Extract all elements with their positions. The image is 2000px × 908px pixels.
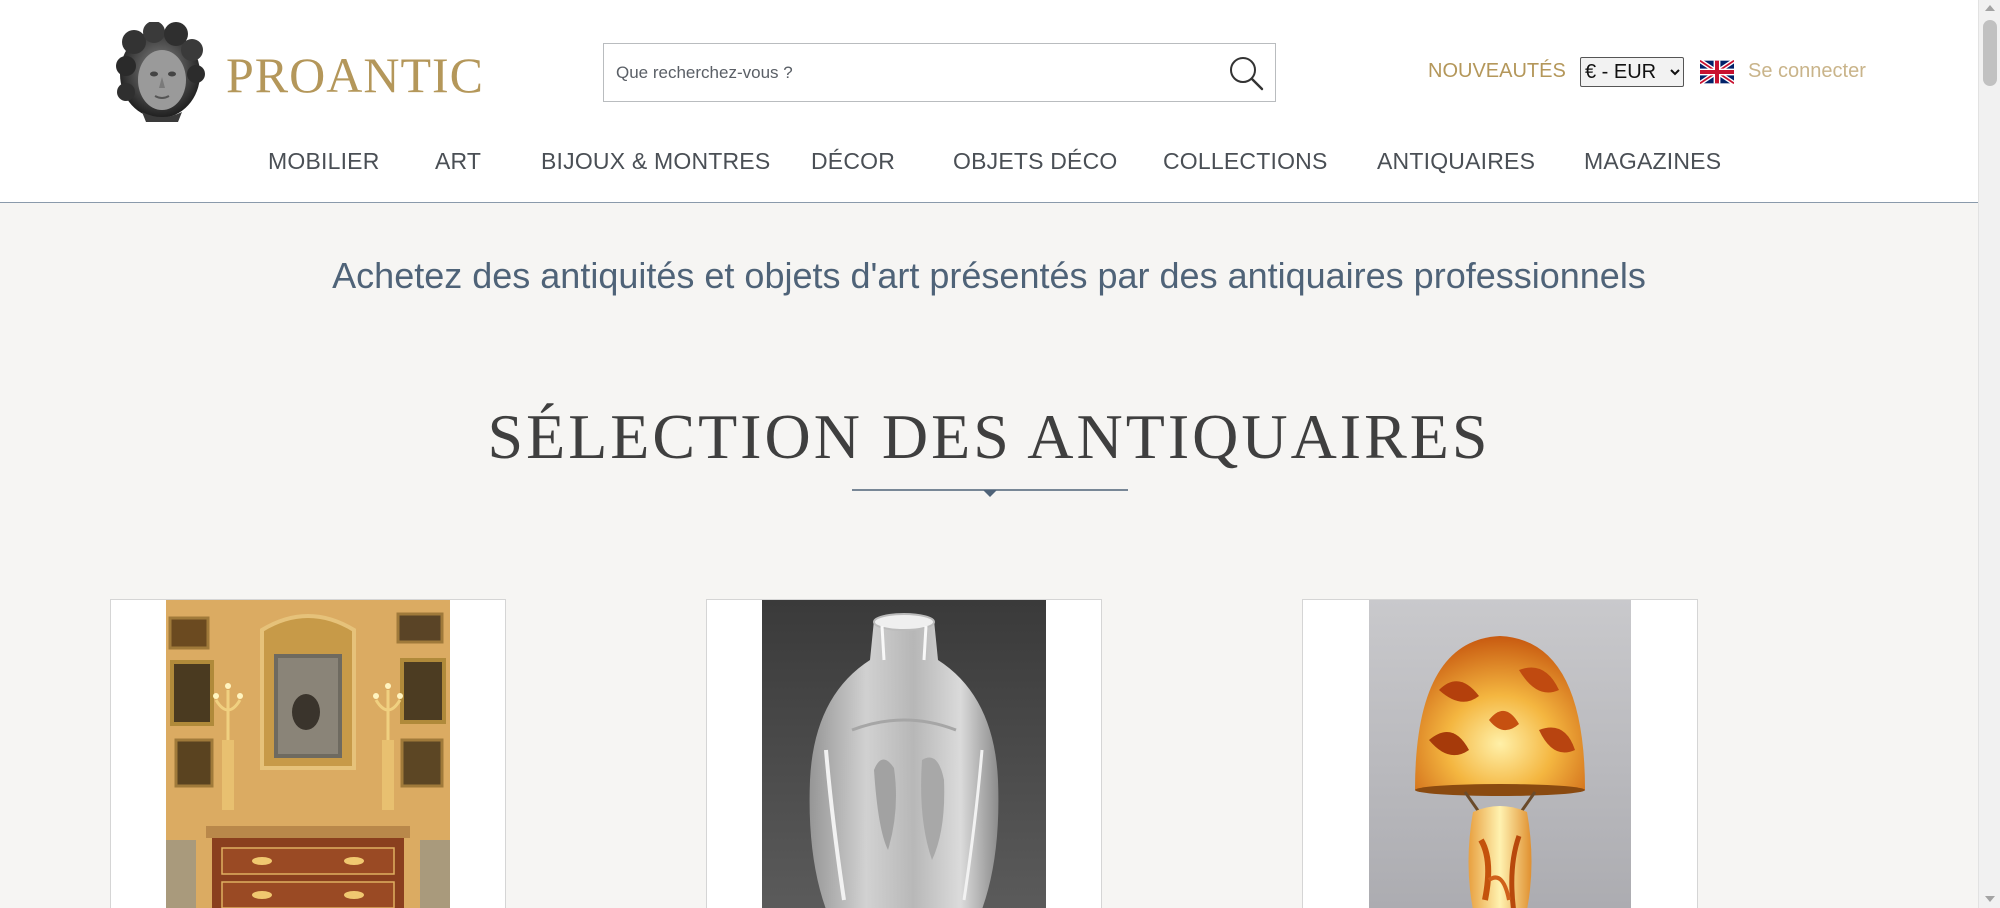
nav-item-magazines[interactable]: MAGAZINES <box>1584 148 1721 175</box>
scroll-up-icon[interactable] <box>1985 5 1995 11</box>
nav-item-antiquaires[interactable]: ANTIQUAIRES <box>1377 148 1535 175</box>
uk-flag-icon[interactable] <box>1700 60 1734 84</box>
art-nouveau-lamp-photo <box>1369 600 1631 908</box>
site-header: PROANTIC NOUVEAUTÉS € - EUR Se connecter… <box>0 0 1978 203</box>
login-link[interactable]: Se connecter <box>1748 60 1866 83</box>
search-box <box>603 43 1276 102</box>
scroll-down-icon[interactable] <box>1985 896 1995 902</box>
page-scrollbar[interactable] <box>1978 0 2000 908</box>
logo-text: PROANTIC <box>226 47 485 103</box>
mirror-and-commode-photo <box>166 600 450 908</box>
scroll-thumb[interactable] <box>1983 20 1997 86</box>
currency-select[interactable]: € - EUR <box>1580 57 1684 87</box>
logo[interactable]: PROANTIC <box>112 22 484 122</box>
nav-item-bijoux-montres[interactable]: BIJOUX & MONTRES <box>541 148 770 175</box>
logo-head-icon <box>116 22 205 122</box>
nav-item-art[interactable]: ART <box>435 148 481 175</box>
tagline: Achetez des antiquités et objets d'art p… <box>332 255 1646 296</box>
product-card[interactable] <box>1302 599 1698 908</box>
product-card[interactable] <box>110 599 506 908</box>
nav-item-objets-deco[interactable]: OBJETS DÉCO <box>953 148 1118 175</box>
nouveautes-link[interactable]: NOUVEAUTÉS <box>1428 60 1566 83</box>
page: PROANTIC NOUVEAUTÉS € - EUR Se connecter… <box>0 0 2000 908</box>
nav-item-mobilier[interactable]: MOBILIER <box>268 148 380 175</box>
main-nav: MOBILIER ART BIJOUX & MONTRES DÉCOR OBJE… <box>0 148 1978 178</box>
search-input[interactable] <box>604 44 1204 101</box>
nav-item-decor[interactable]: DÉCOR <box>811 148 895 175</box>
title-divider <box>852 489 1128 497</box>
nav-item-collections[interactable]: COLLECTIONS <box>1163 148 1328 175</box>
search-icon[interactable] <box>1227 54 1265 92</box>
section-title: SÉLECTION DES ANTIQUAIRES <box>487 401 1491 472</box>
product-card[interactable] <box>706 599 1102 908</box>
glass-vase-photo <box>762 600 1046 908</box>
